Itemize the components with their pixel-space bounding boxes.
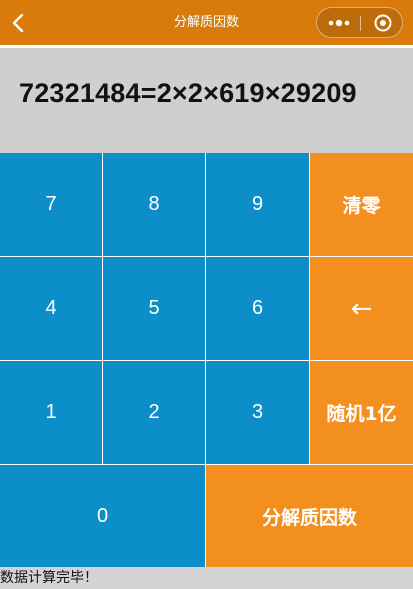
close-mini-program-button[interactable] bbox=[361, 8, 404, 37]
factorize-button[interactable]: 分解质因数 bbox=[206, 465, 413, 567]
target-circle-icon bbox=[374, 14, 391, 31]
status-message: 数据计算完毕！ bbox=[0, 567, 413, 589]
mini-program-capsule bbox=[316, 7, 403, 38]
key-5[interactable]: 5 bbox=[103, 257, 205, 360]
navigation-bar: 分解质因数 bbox=[0, 0, 413, 45]
result-display: 72321484=2×2×619×29209 bbox=[0, 48, 413, 153]
chevron-left-icon bbox=[12, 13, 24, 33]
key-0[interactable]: 0 bbox=[0, 465, 205, 567]
key-6[interactable]: 6 bbox=[206, 257, 309, 360]
more-dots-icon bbox=[328, 19, 349, 26]
result-expression: 72321484=2×2×619×29209 bbox=[19, 78, 357, 108]
key-8[interactable]: 8 bbox=[103, 153, 205, 256]
clear-button[interactable]: 清零 bbox=[310, 153, 413, 256]
key-1[interactable]: 1 bbox=[0, 361, 102, 464]
key-7[interactable]: 7 bbox=[0, 153, 102, 256]
key-3[interactable]: 3 bbox=[206, 361, 309, 464]
key-2[interactable]: 2 bbox=[103, 361, 205, 464]
back-button[interactable] bbox=[6, 9, 30, 37]
more-menu-button[interactable] bbox=[317, 8, 360, 37]
random-button[interactable]: 随机1亿 bbox=[310, 361, 413, 464]
backspace-button[interactable]: ← bbox=[310, 257, 413, 360]
key-9[interactable]: 9 bbox=[206, 153, 309, 256]
key-4[interactable]: 4 bbox=[0, 257, 102, 360]
